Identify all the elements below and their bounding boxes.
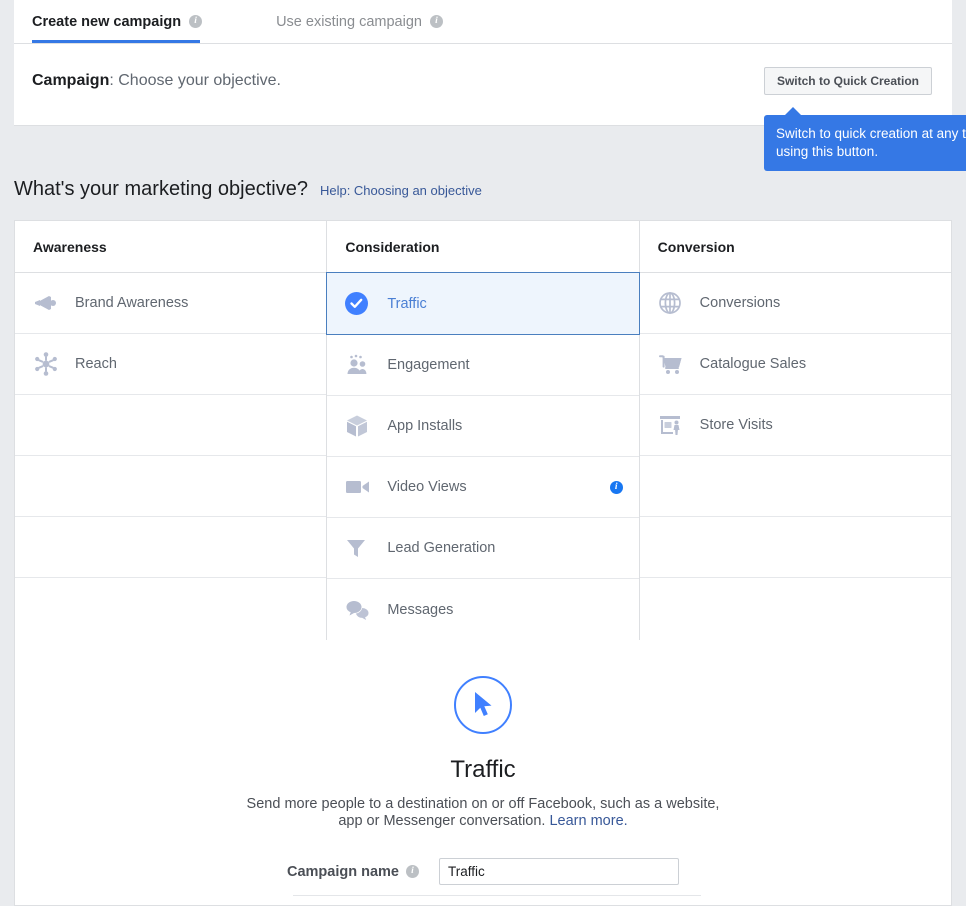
campaign-name-label-text: Campaign name bbox=[287, 864, 399, 880]
objective-label: Video Views bbox=[387, 479, 466, 495]
funnel-icon bbox=[345, 535, 375, 561]
empty-row bbox=[15, 395, 326, 456]
detail-description-text: Send more people to a destination on or … bbox=[247, 796, 720, 829]
detail-title: Traffic bbox=[15, 756, 951, 784]
campaign-separator: : bbox=[109, 72, 118, 89]
empty-row bbox=[640, 456, 951, 517]
objective-column-awareness: Awareness Brand Awareness bbox=[15, 221, 326, 640]
switch-to-quick-creation-button[interactable]: Switch to Quick Creation bbox=[764, 67, 932, 95]
objective-column-conversion: Conversion Conversions bbox=[639, 221, 951, 640]
speech-bubbles-icon bbox=[345, 597, 375, 623]
objective-column-consideration: Consideration Traffic bbox=[326, 221, 638, 640]
objective-row-store-visits[interactable]: Store Visits bbox=[640, 395, 951, 456]
empty-row bbox=[640, 517, 951, 578]
ads-manager-campaign-page: Create new campaign i Use existing campa… bbox=[0, 0, 966, 906]
megaphone-icon bbox=[33, 290, 63, 316]
campaign-subtitle: Choose your objective. bbox=[118, 72, 281, 89]
tab-use-existing-campaign-label: Use existing campaign bbox=[276, 14, 422, 30]
tab-use-existing-campaign[interactable]: Use existing campaign i bbox=[260, 0, 459, 43]
objective-label: Traffic bbox=[387, 296, 426, 312]
empty-row bbox=[15, 578, 326, 639]
campaign-name-row: Campaign name i bbox=[15, 858, 951, 885]
objective-row-reach[interactable]: Reach bbox=[15, 334, 326, 395]
objective-label: Engagement bbox=[387, 357, 469, 373]
empty-row bbox=[15, 517, 326, 578]
info-icon[interactable]: i bbox=[610, 481, 623, 494]
objective-row-lead-generation[interactable]: Lead Generation bbox=[327, 518, 638, 579]
info-icon[interactable]: i bbox=[406, 865, 419, 878]
objective-label: Messages bbox=[387, 602, 453, 618]
objective-row-traffic[interactable]: Traffic bbox=[326, 272, 639, 335]
campaign-mode-tabs: Create new campaign i Use existing campa… bbox=[14, 0, 952, 44]
column-header-consideration: Consideration bbox=[327, 221, 638, 273]
info-icon[interactable]: i bbox=[430, 15, 443, 28]
page-title: What's your marketing objective? bbox=[14, 178, 308, 201]
column-header-awareness: Awareness bbox=[15, 221, 326, 273]
shopping-cart-icon bbox=[658, 351, 688, 377]
cube-icon bbox=[345, 413, 375, 439]
video-camera-icon bbox=[345, 474, 375, 500]
objective-row-conversions[interactable]: Conversions bbox=[640, 273, 951, 334]
quick-creation-tooltip: Switch to quick creation at any time usi… bbox=[764, 115, 966, 171]
learn-more-link[interactable]: Learn more. bbox=[549, 813, 627, 829]
broadcast-node-icon bbox=[33, 351, 63, 377]
cursor-arrow-icon bbox=[454, 676, 512, 734]
people-icon bbox=[345, 352, 375, 378]
objective-row-video-views[interactable]: Video Views i bbox=[327, 457, 638, 518]
quick-creation-tooltip-text: Switch to quick creation at any time usi… bbox=[776, 126, 966, 159]
campaign-header-card: Campaign: Choose your objective. Switch … bbox=[14, 44, 952, 126]
objective-label: Catalogue Sales bbox=[700, 356, 806, 372]
campaign-label: Campaign bbox=[32, 72, 109, 89]
help-choosing-objective-link[interactable]: Help: Choosing an objective bbox=[320, 183, 482, 198]
marketing-objective-heading: What's your marketing objective? Help: C… bbox=[14, 178, 482, 201]
empty-row bbox=[640, 578, 951, 639]
objective-row-app-installs[interactable]: App Installs bbox=[327, 396, 638, 457]
objective-label: Reach bbox=[75, 356, 117, 372]
check-circle-icon bbox=[345, 291, 375, 317]
campaign-objective-line: Campaign: Choose your objective. bbox=[32, 72, 281, 90]
campaign-name-label: Campaign name i bbox=[287, 864, 419, 880]
tab-create-new-campaign-label: Create new campaign bbox=[32, 14, 181, 30]
objective-row-messages[interactable]: Messages bbox=[327, 579, 638, 640]
objective-label: Brand Awareness bbox=[75, 295, 188, 311]
campaign-name-input[interactable] bbox=[439, 858, 679, 885]
objective-label: App Installs bbox=[387, 418, 462, 434]
empty-row bbox=[15, 456, 326, 517]
storefront-icon bbox=[658, 412, 688, 438]
objective-row-brand-awareness[interactable]: Brand Awareness bbox=[15, 273, 326, 334]
objective-table: Awareness Brand Awareness bbox=[14, 220, 952, 641]
objective-row-catalogue-sales[interactable]: Catalogue Sales bbox=[640, 334, 951, 395]
objective-detail-panel: Traffic Send more people to a destinatio… bbox=[14, 640, 952, 906]
column-header-conversion: Conversion bbox=[640, 221, 951, 273]
tab-create-new-campaign[interactable]: Create new campaign i bbox=[14, 0, 218, 43]
objective-label: Lead Generation bbox=[387, 540, 495, 556]
objective-row-engagement[interactable]: Engagement bbox=[327, 335, 638, 396]
section-divider bbox=[293, 895, 701, 896]
info-icon[interactable]: i bbox=[189, 15, 202, 28]
globe-icon bbox=[658, 290, 688, 316]
detail-description: Send more people to a destination on or … bbox=[238, 796, 728, 830]
objective-label: Conversions bbox=[700, 295, 781, 311]
objective-label: Store Visits bbox=[700, 417, 773, 433]
